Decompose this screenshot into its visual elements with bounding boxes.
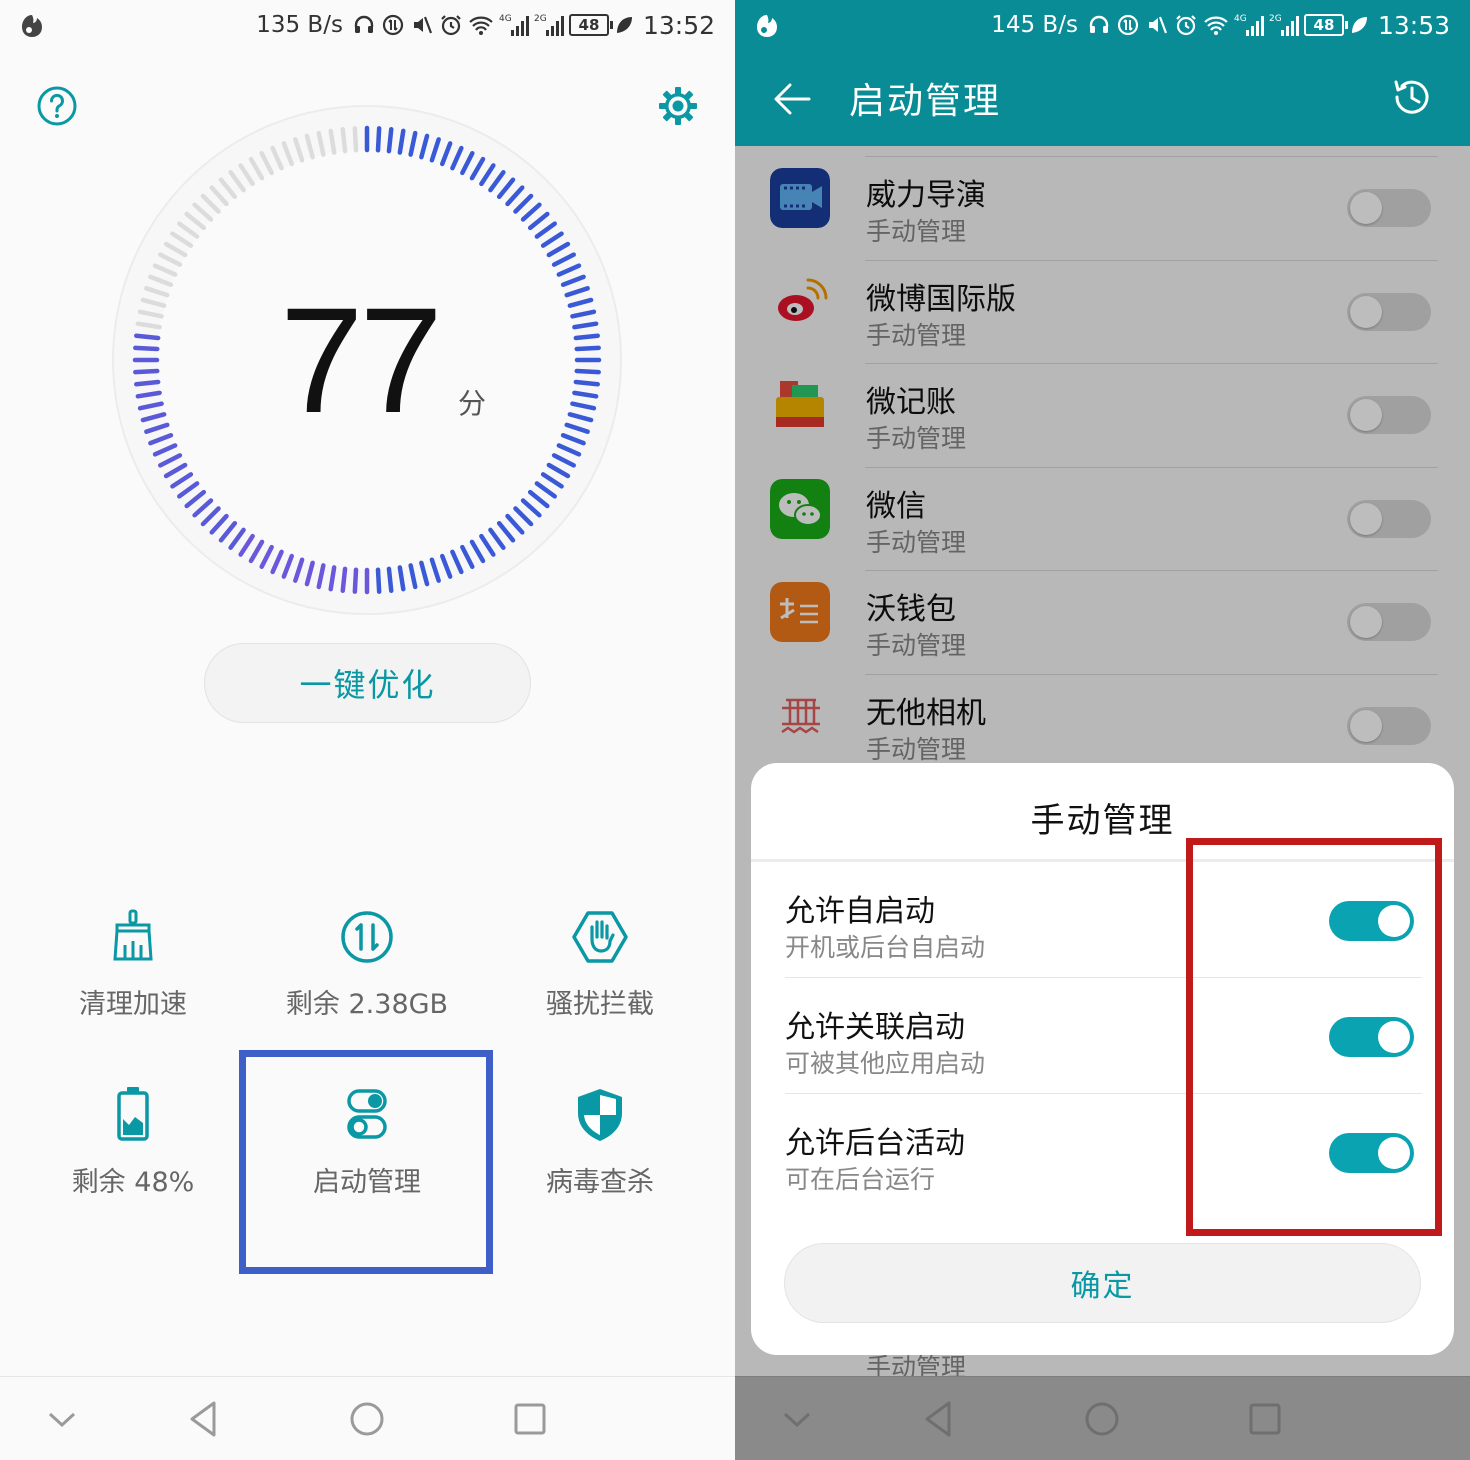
- gauge-tick-active: [134, 333, 161, 341]
- status-icons: 135 B/s 4G 2G 48 13:52: [256, 8, 715, 42]
- gauge-tick-active: [375, 126, 382, 153]
- tile-label: 骚扰拦截: [546, 989, 654, 1020]
- signal-4g-icon: 4G: [1234, 14, 1264, 36]
- tile-label: 剩余 48%: [71, 1167, 195, 1198]
- signal-2g-icon: 2G: [534, 14, 564, 36]
- status-bar: 135 B/s 4G 2G 48 13:52: [0, 0, 735, 50]
- battery-icon: [117, 1087, 149, 1141]
- navigation-bar: [0, 1376, 735, 1460]
- back-triangle-icon[interactable]: [917, 1397, 961, 1441]
- alarm-icon: [1176, 15, 1196, 36]
- mute-icon: [1148, 16, 1167, 34]
- clock: 13:52: [642, 10, 715, 40]
- recents-square-icon[interactable]: [1243, 1397, 1287, 1441]
- broom-icon: [113, 909, 153, 961]
- dialog-title: 手动管理: [1030, 801, 1175, 841]
- leaf-power-saving-icon: [1351, 17, 1367, 33]
- tile-harassment-block[interactable]: 骚扰拦截: [483, 907, 717, 1067]
- option-description: 可在后台运行: [785, 1165, 936, 1194]
- gauge-tick-active: [573, 379, 600, 387]
- tile-memory[interactable]: 剩余 2.38GB: [250, 907, 484, 1067]
- option-title: 允许后台活动: [785, 1126, 965, 1161]
- startup-manager-screen: 145 B/s 4G 2G 48 13:53 启动管理 威力导演 手动管理 微博…: [735, 0, 1470, 1460]
- net1-label: 4G: [1234, 14, 1247, 24]
- network-speed: 145 B/s: [991, 12, 1078, 38]
- tile-virus-scan[interactable]: 病毒查杀: [483, 1085, 717, 1245]
- one-click-optimize-button[interactable]: 一键优化: [204, 643, 531, 723]
- gauge-tick-inactive: [340, 127, 348, 154]
- tile-label: 清理加速: [79, 989, 187, 1020]
- confirm-button[interactable]: 确定: [784, 1243, 1421, 1323]
- battery-level: 48: [1303, 14, 1348, 36]
- app-notification-icon: [22, 15, 42, 37]
- wifi-icon: [469, 16, 493, 35]
- navigation-bar: [735, 1376, 1470, 1460]
- leaf-power-saving-icon: [616, 17, 632, 33]
- status-icons: 145 B/s 4G 2G 48 13:53: [991, 8, 1450, 42]
- gauge-tick-active: [133, 345, 160, 352]
- tile-battery[interactable]: 剩余 48%: [16, 1085, 250, 1245]
- signal-4g-icon: 4G: [499, 14, 529, 36]
- status-bar: 145 B/s 4G 2G 48 13:53: [735, 0, 1470, 50]
- shield-icon: [578, 1089, 622, 1141]
- option-title: 允许关联启动: [785, 1010, 965, 1045]
- headset-icon: [354, 15, 374, 33]
- hand-block-icon: [572, 911, 628, 963]
- page-title: 启动管理: [849, 81, 1002, 122]
- app-bar: 启动管理: [735, 50, 1470, 146]
- home-circle-icon[interactable]: [345, 1397, 389, 1441]
- phone-manager-home-screen: 135 B/s 4G 2G 48 13:52 77 分 一键优化 清理加速 剩余…: [0, 0, 735, 1460]
- tile-label: 剩余 2.38GB: [285, 989, 449, 1020]
- app-notification-icon: [757, 15, 777, 37]
- data-saver-icon: [382, 14, 404, 36]
- gauge-tick-active: [352, 567, 359, 594]
- option-title: 允许自启动: [785, 894, 935, 929]
- net1-label: 4G: [499, 14, 512, 24]
- back-arrow-icon[interactable]: [771, 78, 813, 120]
- headset-icon: [1089, 15, 1109, 33]
- net2-label: 2G: [1269, 14, 1282, 24]
- recents-square-icon[interactable]: [508, 1397, 552, 1441]
- option-description: 可被其他应用启动: [785, 1049, 986, 1078]
- clock: 13:53: [1377, 10, 1450, 40]
- alarm-icon: [441, 15, 461, 36]
- tile-label: 病毒查杀: [546, 1167, 654, 1198]
- net2-label: 2G: [534, 14, 547, 24]
- signal-2g-icon: 2G: [1269, 14, 1299, 36]
- highlight-box-switches: [1186, 838, 1442, 1236]
- battery-level: 48: [568, 14, 613, 36]
- score-gauge: [112, 105, 622, 615]
- option-description: 开机或后台自启动: [785, 933, 986, 962]
- gauge-tick-inactive: [352, 126, 359, 153]
- gauge-tick-active: [573, 333, 600, 341]
- home-circle-icon[interactable]: [1080, 1397, 1124, 1441]
- help-icon[interactable]: [36, 85, 78, 127]
- settings-gear-icon[interactable]: [656, 84, 700, 128]
- collapse-chevron-icon[interactable]: [775, 1397, 819, 1441]
- gauge-tick-active: [574, 345, 601, 352]
- back-triangle-icon[interactable]: [182, 1397, 226, 1441]
- gauge-tick-active: [375, 567, 382, 594]
- network-speed: 135 B/s: [256, 12, 343, 38]
- collapse-chevron-icon[interactable]: [40, 1397, 84, 1441]
- highlight-box-startup-manager: [239, 1050, 493, 1274]
- wifi-icon: [1204, 16, 1228, 35]
- gauge-tick-active: [133, 368, 160, 375]
- gauge-tick-active: [340, 566, 348, 593]
- history-clock-icon[interactable]: [1389, 74, 1435, 120]
- gauge-tick-active: [134, 379, 161, 387]
- gauge-tick-active: [386, 566, 394, 593]
- mute-icon: [413, 16, 432, 34]
- gauge-tick-active: [386, 127, 394, 154]
- tile-cleanup[interactable]: 清理加速: [16, 907, 250, 1067]
- data-saver-icon: [1117, 14, 1139, 36]
- memory-icon: [341, 911, 393, 963]
- gauge-tick-active: [574, 368, 601, 375]
